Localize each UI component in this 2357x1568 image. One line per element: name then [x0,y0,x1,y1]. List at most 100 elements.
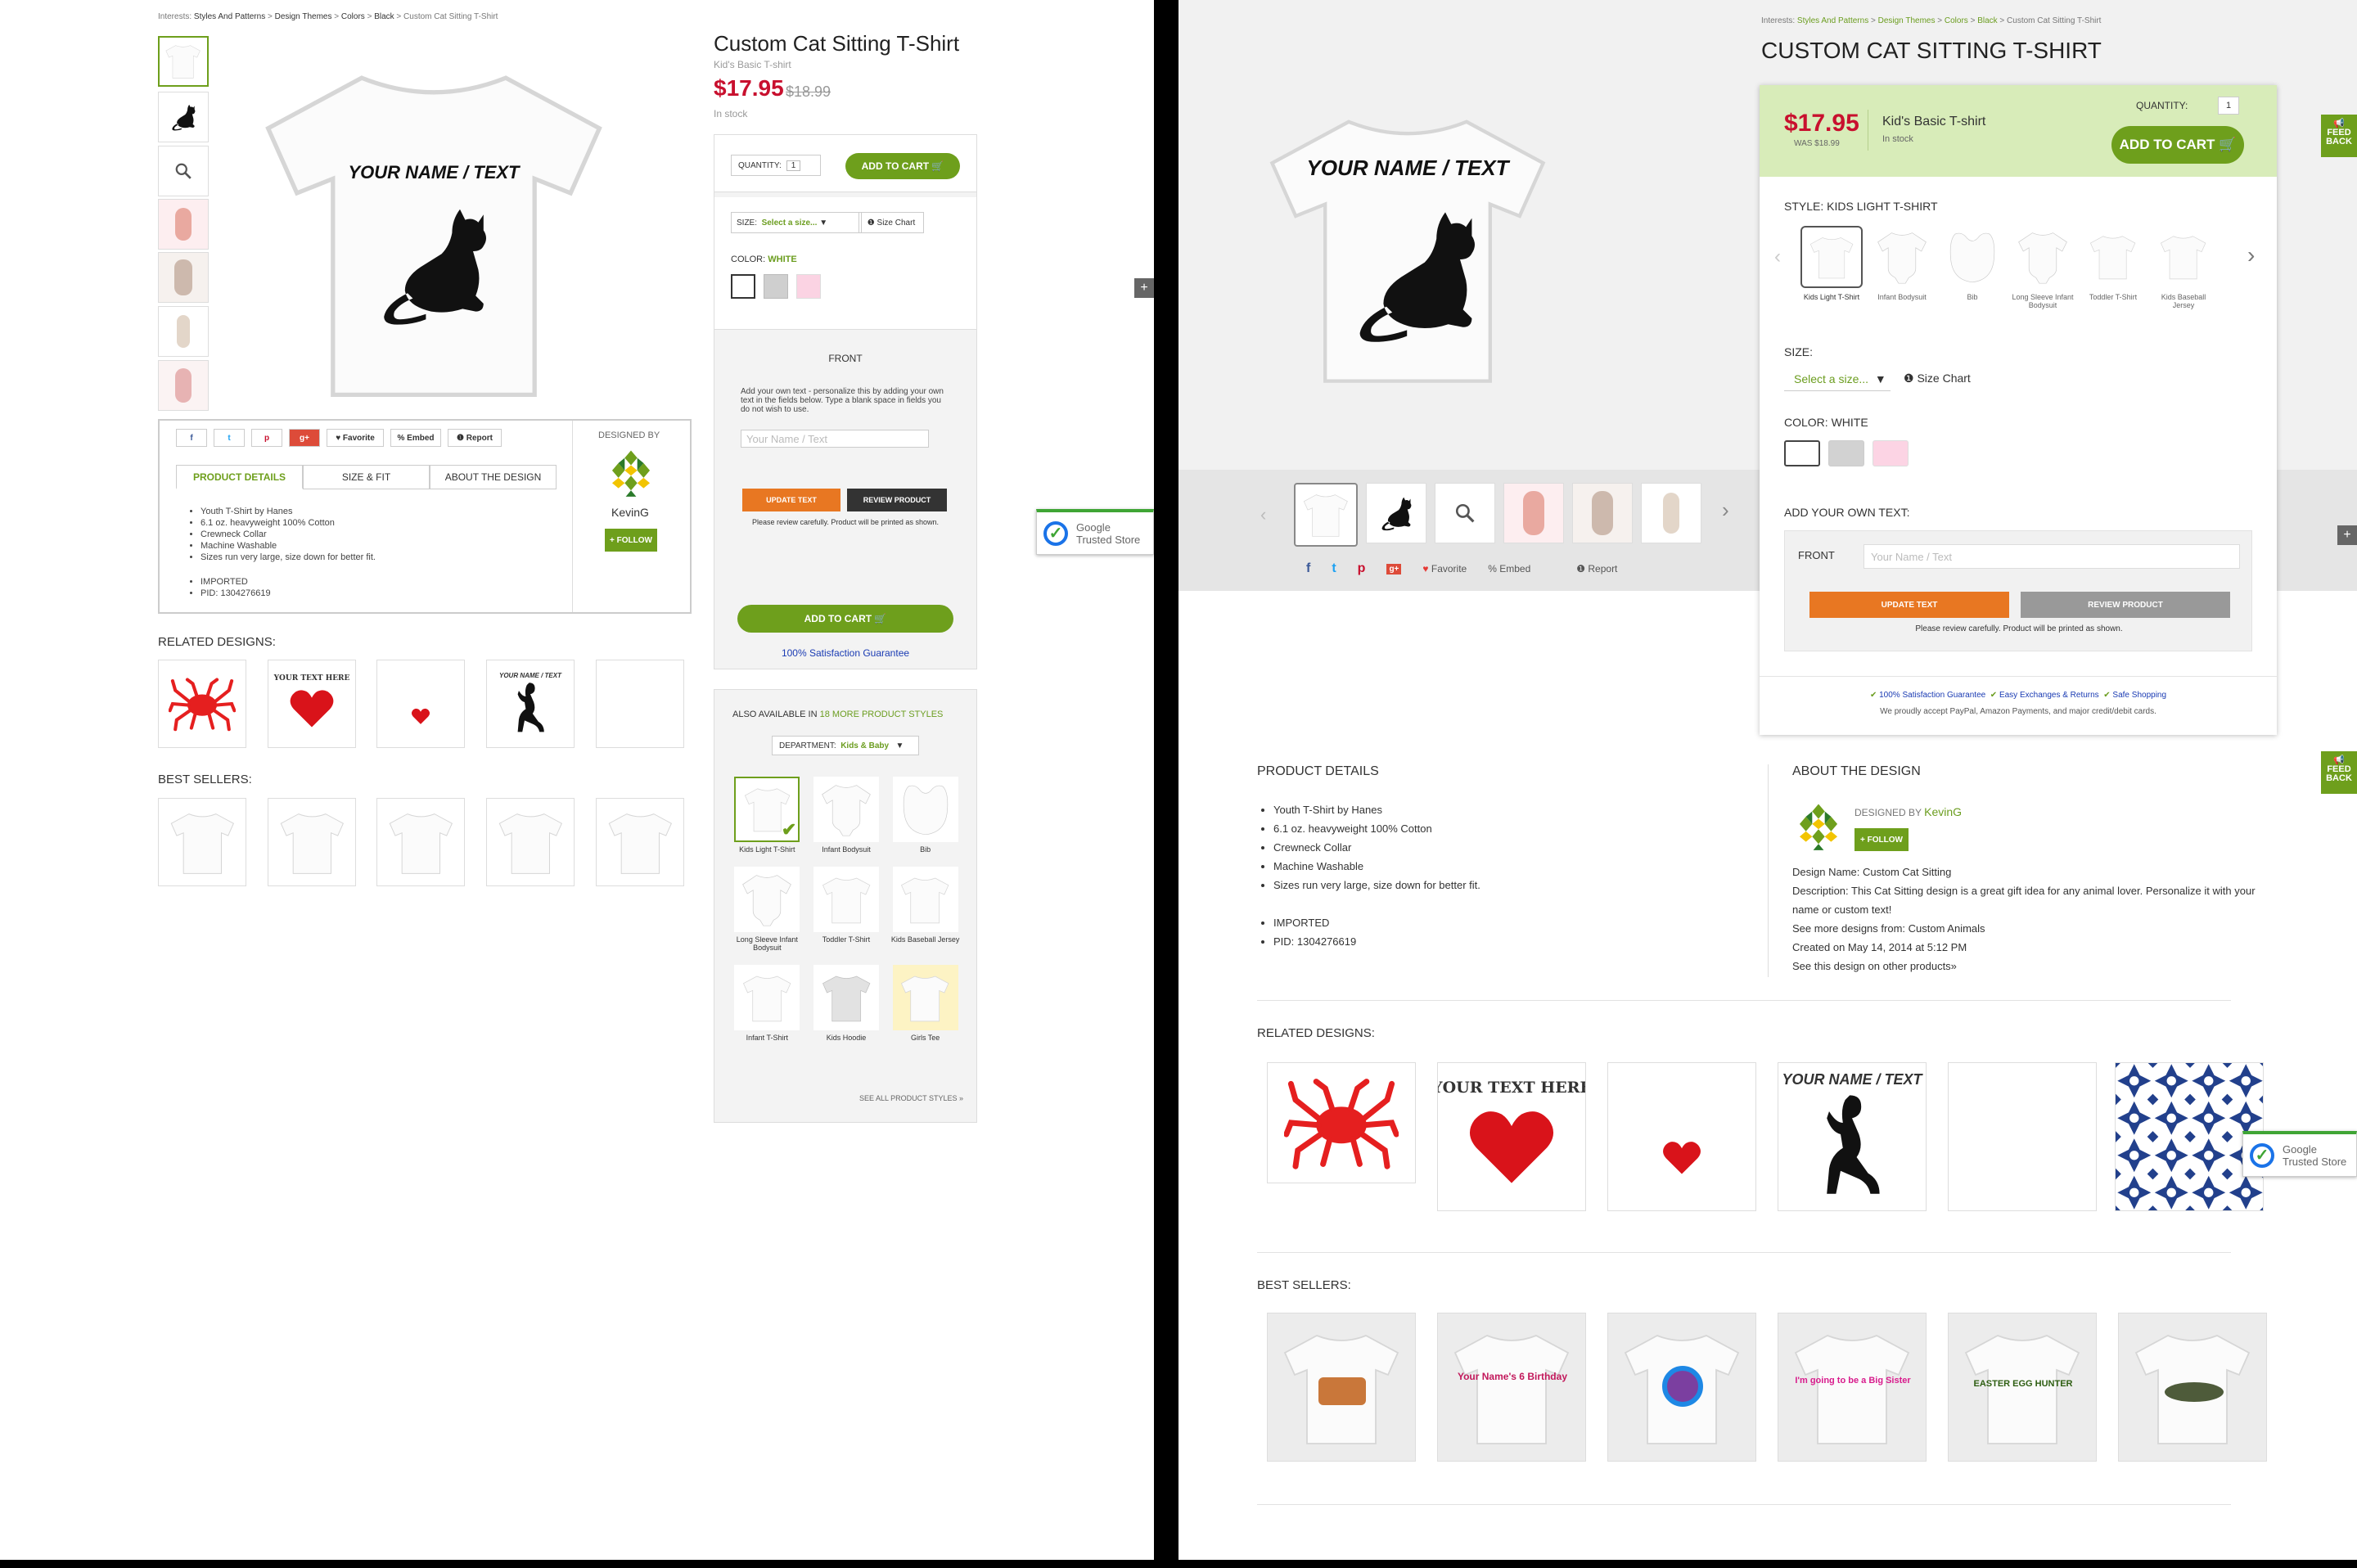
related-design-crab[interactable] [158,660,246,748]
bestseller-item[interactable] [1267,1313,1416,1462]
bestseller-item[interactable] [1607,1313,1756,1462]
chevron-right-icon[interactable]: › [2247,242,2255,268]
google-plus-icon[interactable]: g+ [289,429,320,447]
style-infant-bodysuit[interactable]: Infant Bodysuit [1871,226,1933,309]
style-kids-light-tshirt[interactable]: ✔ Kids Light T-Shirt [731,777,803,854]
bestseller-item[interactable]: Your Name's 6 Birthday [1437,1313,1586,1462]
breadcrumb-black[interactable]: Black [374,12,394,21]
related-design-blank[interactable] [596,660,684,748]
breadcrumb-colors[interactable]: Colors [341,12,365,21]
related-design-crab[interactable] [1267,1062,1416,1183]
tab-product-details[interactable]: PRODUCT DETAILS [176,465,303,489]
bestseller-item[interactable] [2118,1313,2267,1462]
qty-input[interactable]: 1 [2218,97,2239,115]
main-product-image[interactable]: YOUR NAME / TEXT [246,49,622,409]
facebook-icon[interactable]: f [1306,561,1310,576]
facebook-icon[interactable]: f [176,429,207,447]
color-swatch-pink[interactable] [796,274,821,299]
thumbnail-model-1[interactable] [158,199,209,250]
add-to-cart-button-top[interactable]: ADD TO CART 🛒 [845,153,960,179]
google-plus-icon[interactable]: g+ [1386,563,1402,574]
related-design-heart-text[interactable]: YOUR TEXT HERE [268,660,356,748]
see-all-styles-link[interactable]: SEE ALL PRODUCT STYLES » [859,1094,963,1102]
bestseller-item[interactable] [376,798,465,886]
thumbnail-design[interactable] [158,92,209,142]
breadcrumb-design-themes[interactable]: Design Themes [1878,16,1936,25]
related-design-heart[interactable] [376,660,465,748]
plus-icon[interactable]: + [2337,525,2357,545]
breadcrumb-colors[interactable]: Colors [1945,16,1968,25]
color-swatch-white[interactable] [1784,440,1820,466]
related-design-dancer[interactable]: YOUR NAME / TEXT [1778,1062,1927,1211]
custom-text-input[interactable]: Your Name / Text [741,430,929,448]
satisfaction-guarantee-link[interactable]: 100% Satisfaction Guarantee [714,647,976,659]
pinterest-icon[interactable]: p [1358,561,1366,576]
breadcrumb-design-themes[interactable]: Design Themes [275,12,332,21]
feedback-tab[interactable]: 📢 FEED BACK [2321,115,2357,157]
custom-text-input[interactable]: Your Name / Text [1864,544,2240,569]
favorite-button[interactable]: ♥ Favorite [1422,563,1467,574]
size-select[interactable]: SIZE: Select a size... ▼ [731,212,862,233]
add-to-cart-button-bottom[interactable]: ADD TO CART 🛒 [737,605,953,633]
review-product-button[interactable]: REVIEW PRODUCT [847,489,947,511]
style-bib[interactable]: Bib [890,777,962,854]
tab-size-fit[interactable]: SIZE & FIT [303,465,430,489]
designer-avatar[interactable] [605,448,657,501]
style-infant-bodysuit[interactable]: Infant Bodysuit [810,777,882,854]
assurance-exchanges[interactable]: Easy Exchanges & Returns [1999,691,2099,700]
color-swatch-gray[interactable] [764,274,788,299]
bestseller-item[interactable] [268,798,356,886]
more-designs-link[interactable]: See more designs from: Custom Animals [1792,919,2256,938]
follow-button[interactable]: + FOLLOW [1855,828,1909,851]
qty-input[interactable]: 1 [786,160,801,171]
add-to-cart-button[interactable]: ADD TO CART 🛒 [2111,126,2244,164]
thumbnail-zoom[interactable] [158,146,209,196]
style-kids-baseball-jersey[interactable]: Kids Baseball Jersey [2152,226,2215,309]
style-kids-baseball-jersey[interactable]: Kids Baseball Jersey [890,867,962,952]
style-long-sleeve-infant-bodysuit[interactable]: Long Sleeve Infant Bodysuit [2012,226,2074,309]
report-button[interactable]: ❶ Report [1576,563,1617,574]
thumbnail-zoom[interactable] [1435,483,1495,543]
thumbnail-model-4[interactable] [158,360,209,411]
google-trusted-store-badge[interactable]: ✓ Google Trusted Store [1036,509,1154,555]
thumbnail-model-2[interactable] [1572,483,1633,543]
thumbnail-front[interactable] [1294,483,1358,547]
thumbnail-model-2[interactable] [158,252,209,303]
chevron-left-icon[interactable]: ‹ [1774,246,1781,268]
color-swatch-pink[interactable] [1873,440,1909,466]
style-toddler-tshirt[interactable]: Toddler T-Shirt [2082,226,2144,309]
style-long-sleeve-infant-bodysuit[interactable]: Long Sleeve Infant Bodysuit [731,867,803,952]
bestseller-item[interactable] [596,798,684,886]
color-swatch-white[interactable] [731,274,755,299]
favorite-button[interactable]: ♥ Favorite [327,429,384,447]
thumbnail-design[interactable] [1366,483,1426,543]
size-chart-button[interactable]: ❶ Size Chart [1904,372,1971,385]
embed-button[interactable]: % Embed [390,429,441,447]
assurance-safe-shopping[interactable]: Safe Shopping [2112,691,2166,700]
plus-icon[interactable]: + [1134,278,1154,298]
embed-button[interactable]: % Embed [1488,563,1530,574]
assurance-guarantee[interactable]: 100% Satisfaction Guarantee [1879,691,1985,700]
breadcrumb-black[interactable]: Black [1977,16,1997,25]
thumbnail-model-3[interactable] [158,306,209,357]
color-swatch-gray[interactable] [1828,440,1864,466]
breadcrumb-styles-and-patterns[interactable]: Styles And Patterns [194,12,265,21]
related-design-blank[interactable] [1948,1062,2097,1211]
report-button[interactable]: ❶ Report [448,429,502,447]
thumbnail-model-1[interactable] [1503,483,1564,543]
see-other-products-link[interactable]: See this design on other products» [1792,957,2256,975]
chevron-right-icon[interactable]: › [1722,498,1729,523]
update-text-button[interactable]: UPDATE TEXT [1809,592,2009,618]
related-design-heart[interactable] [1607,1062,1756,1211]
feedback-tab[interactable]: 📢 FEED BACK [2321,751,2357,794]
style-kids-hoodie[interactable]: Kids Hoodie [810,965,882,1042]
main-product-image[interactable]: YOUR NAME / TEXT [1260,33,1555,458]
related-design-dancer[interactable]: YOUR NAME / TEXT [486,660,575,748]
bestseller-item[interactable] [158,798,246,886]
designer-name[interactable]: KevinG [611,506,649,519]
designer-name[interactable]: KevinG [1924,805,1962,818]
thumbnail-front[interactable] [158,36,209,87]
department-select[interactable]: DEPARTMENT: Kids & Baby ▼ [772,736,919,755]
tab-about-design[interactable]: ABOUT THE DESIGN [430,465,557,489]
google-trusted-store-badge[interactable]: ✓ Google Trusted Store [2242,1131,2357,1177]
